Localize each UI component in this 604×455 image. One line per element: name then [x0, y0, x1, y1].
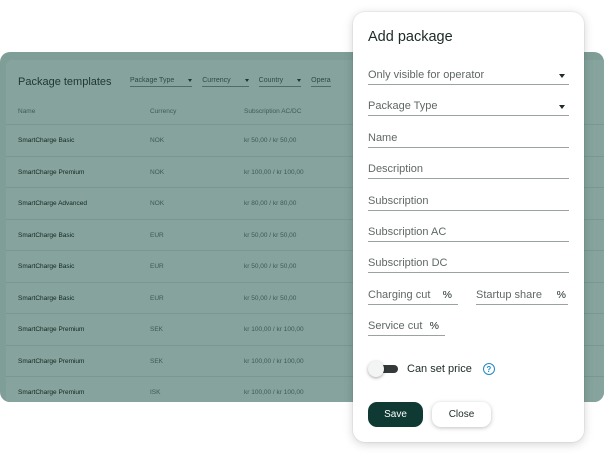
table-title: Package templates	[18, 76, 112, 88]
subscription-placeholder: Subscription	[368, 195, 429, 207]
chevron-down-icon	[559, 74, 565, 78]
cell-name: SmartCharge Basic	[18, 294, 75, 302]
cell-currency: NOK	[150, 137, 165, 144]
toggle-knob	[368, 361, 384, 377]
chevron-down-icon	[188, 79, 193, 82]
percent-suffix: %	[429, 320, 439, 332]
visibility-select[interactable]: Only visible for operator	[368, 69, 569, 85]
cell-name: SmartCharge Basic	[18, 231, 75, 239]
service-cut-input[interactable]: Service cut %	[368, 320, 445, 336]
chevron-down-icon	[297, 79, 302, 82]
cell-name: SmartCharge Advanced	[18, 200, 88, 207]
cell-subscription: kr 100,00 / kr 100,00	[244, 357, 304, 365]
cell-subscription: kr 80,00 / kr 80,00	[244, 200, 297, 207]
filter-package-type[interactable]: Package Type	[130, 77, 193, 87]
visibility-select-value: Only visible for operator	[368, 69, 485, 81]
cell-name: SmartCharge Basic	[18, 263, 75, 270]
cell-currency: EUR	[150, 294, 164, 302]
package-type-select[interactable]: Package Type	[368, 100, 569, 116]
chevron-down-icon	[559, 105, 565, 109]
filter-label: Package Type	[130, 77, 175, 84]
cell-currency: ISK	[150, 389, 161, 396]
description-input[interactable]: Description	[368, 163, 569, 179]
can-set-price-row: Can set price ?	[368, 361, 495, 377]
startup-share-input[interactable]: Startup share %	[476, 289, 568, 305]
save-button[interactable]: Save	[368, 402, 423, 427]
description-placeholder: Description	[368, 163, 424, 175]
cell-currency: EUR	[150, 263, 164, 270]
filter-operator[interactable]: Opera	[311, 77, 331, 87]
charging-cut-input[interactable]: Charging cut %	[368, 289, 458, 305]
cell-name: SmartCharge Premium	[18, 168, 85, 176]
column-header-name[interactable]: Name	[18, 108, 35, 115]
cell-name: SmartCharge Basic	[18, 137, 75, 144]
startup-share-placeholder: Startup share	[476, 289, 543, 301]
subscription-dc-input[interactable]: Subscription DC	[368, 257, 569, 273]
subscription-dc-placeholder: Subscription DC	[368, 257, 448, 269]
dialog-title: Add package	[368, 29, 453, 45]
cell-subscription: kr 50,00 / kr 50,00	[244, 231, 297, 239]
percent-suffix: %	[442, 289, 452, 301]
column-header-currency[interactable]: Currency	[150, 108, 176, 115]
service-cut-placeholder: Service cut	[368, 320, 423, 332]
add-package-dialog: Add package Only visible for operator Pa…	[353, 12, 584, 442]
cell-subscription: kr 100,00 / kr 100,00	[244, 168, 304, 176]
cell-subscription: kr 50,00 / kr 50,00	[244, 137, 297, 144]
cell-subscription: kr 50,00 / kr 50,00	[244, 263, 297, 270]
page: Package templates Package Type Currency …	[0, 0, 604, 455]
filter-currency[interactable]: Currency	[202, 77, 249, 87]
cell-name: SmartCharge Premium	[18, 389, 85, 396]
question-circle-icon[interactable]: ?	[482, 363, 495, 375]
filter-label: Opera	[311, 77, 331, 84]
cell-subscription: kr 100,00 / kr 100,00	[244, 326, 304, 333]
charging-cut-placeholder: Charging cut	[368, 289, 431, 301]
package-type-select-value: Package Type	[368, 100, 438, 112]
name-placeholder: Name	[368, 132, 398, 144]
subscription-input[interactable]: Subscription	[368, 195, 569, 211]
cell-currency: SEK	[150, 326, 164, 333]
chevron-down-icon	[244, 79, 249, 82]
cell-currency: NOK	[150, 200, 165, 207]
subscription-ac-placeholder: Subscription AC	[368, 226, 447, 238]
cell-currency: SEK	[150, 357, 164, 365]
cell-currency: EUR	[150, 231, 164, 239]
subscription-ac-input[interactable]: Subscription AC	[368, 226, 569, 242]
cell-name: SmartCharge Premium	[18, 357, 85, 365]
cell-currency: NOK	[150, 168, 165, 176]
percent-suffix: %	[556, 289, 566, 301]
column-header-subscription[interactable]: Subscription AC/DC	[244, 108, 301, 115]
filter-label: Country	[258, 77, 284, 84]
filter-label: Currency	[202, 77, 231, 84]
filter-country[interactable]: Country	[258, 77, 302, 87]
name-input[interactable]: Name	[368, 132, 569, 148]
close-button[interactable]: Close	[432, 402, 491, 427]
cell-subscription: kr 50,00 / kr 50,00	[244, 294, 297, 302]
cell-name: SmartCharge Premium	[18, 326, 85, 333]
cell-subscription: kr 100,00 / kr 100,00	[244, 389, 304, 396]
can-set-price-label: Can set price	[407, 363, 472, 375]
can-set-price-toggle[interactable]	[368, 361, 398, 377]
